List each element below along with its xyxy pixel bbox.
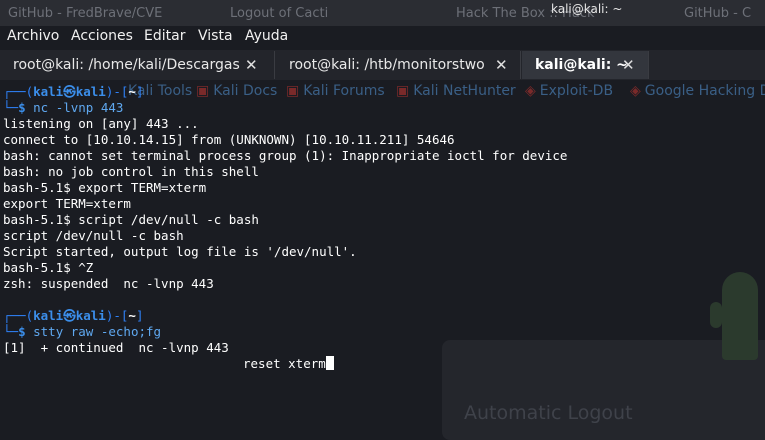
output-line: Script started, output log file is '/dev…: [3, 244, 357, 259]
close-icon[interactable]: ✕: [622, 51, 635, 79]
tab-label: root@kali: /htb/monitorstwo: [289, 57, 485, 73]
terminal-tabbar: root@kali: /home/kali/Descargas ✕ root@k…: [0, 50, 765, 80]
background-browser-tabs: GitHub - FredBrave/CVE Logout of Cacti H…: [0, 0, 765, 26]
menu-archivo[interactable]: Archivo: [7, 26, 59, 48]
output-line: export TERM=xterm: [3, 196, 131, 211]
menu-acciones[interactable]: Acciones: [71, 26, 133, 48]
tab-label: kali@kali: ~: [535, 57, 628, 73]
ghost-tab: GitHub - FredBrave/CVE: [8, 6, 163, 21]
menubar: Archivo Acciones Editar Vista Ayuda: [0, 26, 765, 48]
menu-ayuda[interactable]: Ayuda: [245, 26, 288, 48]
prompt-command-line: └─$ stty raw -echo;fg: [3, 324, 162, 339]
prompt-top: ┌──(kali㉿kali)-[~]: [3, 84, 144, 99]
output-line: bash-5.1$ ^Z: [3, 260, 94, 275]
prompt-top: ┌──(kali㉿kali)-[~]: [3, 308, 144, 323]
close-icon[interactable]: ✕: [495, 51, 508, 79]
output-line: bash-5.1$ script /dev/null -c bash: [3, 212, 259, 227]
output-line: zsh: suspended nc -lvnp 443: [3, 276, 214, 291]
close-icon[interactable]: ✕: [245, 51, 258, 79]
output-line: script /dev/null -c bash: [3, 228, 184, 243]
menu-vista[interactable]: Vista: [198, 26, 233, 48]
output-line: bash: cannot set terminal process group …: [3, 148, 568, 163]
ghost-tab: GitHub - C: [684, 6, 752, 21]
command-text: stty raw -echo;fg: [33, 324, 162, 339]
command-text: nc -lvnp 443: [33, 100, 124, 115]
output-line: listening on [any] 443 ...: [3, 116, 199, 131]
menu-editar[interactable]: Editar: [144, 26, 185, 48]
typed-text: reset xterm: [243, 356, 326, 371]
text-cursor: [325, 356, 334, 370]
window-title: kali@kali: ~: [551, 2, 623, 16]
terminal-output[interactable]: ┌──(kali㉿kali)-[~] └─$ nc -lvnp 443 list…: [0, 82, 765, 419]
tab-monitorstwo[interactable]: root@kali: /htb/monitorstwo ✕: [276, 51, 521, 79]
output-line: connect to [10.10.14.15] from (UNKNOWN) …: [3, 132, 455, 147]
ghost-tab: Logout of Cacti: [230, 6, 329, 21]
tab-kali-home[interactable]: kali@kali: ~ ✕: [522, 51, 649, 79]
output-line: [1] + continued nc -lvnp 443: [3, 340, 229, 355]
tab-descargas[interactable]: root@kali: /home/kali/Descargas ✕: [0, 51, 275, 79]
tab-label: root@kali: /home/kali/Descargas: [13, 57, 240, 73]
input-line[interactable]: reset xterm: [243, 356, 334, 372]
prompt-command-line: └─$ nc -lvnp 443: [3, 100, 124, 115]
output-line: bash: no job control in this shell: [3, 164, 259, 179]
output-line: bash-5.1$ export TERM=xterm: [3, 180, 207, 195]
